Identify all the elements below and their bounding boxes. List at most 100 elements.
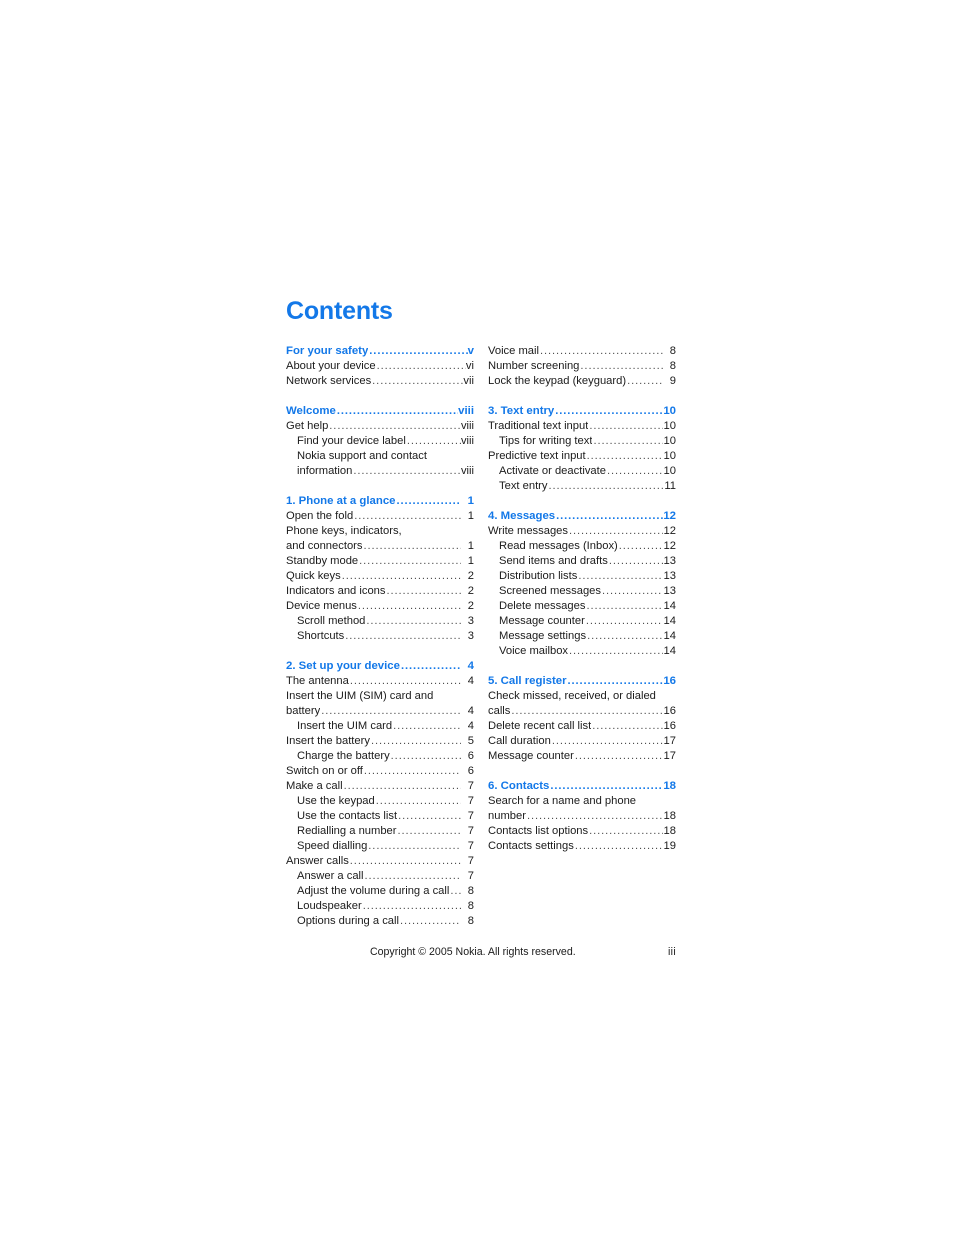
toc-entry[interactable]: Device menus............................… bbox=[286, 599, 474, 614]
toc-entry[interactable]: battery.................................… bbox=[286, 704, 474, 719]
toc-leader-dots: ........................................… bbox=[589, 824, 663, 837]
toc-entry-label: Charge the battery bbox=[297, 750, 390, 762]
toc-entry[interactable]: Delete recent call list.................… bbox=[488, 719, 676, 734]
toc-entry[interactable]: Delete messages.........................… bbox=[488, 599, 676, 614]
toc-entry[interactable]: Number screening........................… bbox=[488, 359, 676, 374]
toc-column-left: For your safety.........................… bbox=[286, 344, 474, 929]
toc-entry[interactable]: Insert the UIM (SIM) card and...........… bbox=[286, 689, 474, 704]
toc-leader-dots: ........................................… bbox=[370, 734, 461, 747]
toc-entry-label: Indicators and icons bbox=[286, 585, 386, 597]
toc-entry[interactable]: Distribution lists......................… bbox=[488, 569, 676, 584]
toc-entry[interactable]: Loudspeaker.............................… bbox=[286, 899, 474, 914]
toc-entry[interactable]: Options during a call...................… bbox=[286, 914, 474, 929]
toc-entry-page: 1 bbox=[467, 555, 474, 567]
toc-entry-page: 13 bbox=[663, 555, 676, 567]
toc-leader-dots: ........................................… bbox=[569, 524, 663, 537]
toc-leader-dots: ........................................… bbox=[618, 539, 663, 552]
toc-entry[interactable]: Standby mode............................… bbox=[286, 554, 474, 569]
toc-entry[interactable]: Use the contacts list...................… bbox=[286, 809, 474, 824]
toc-entry-label: Number screening bbox=[488, 360, 580, 372]
toc-entry[interactable]: Quick keys..............................… bbox=[286, 569, 474, 584]
toc-entry-label: For your safety bbox=[286, 345, 369, 357]
toc-entry[interactable]: Answer calls............................… bbox=[286, 854, 474, 869]
toc-entry-page: 1 bbox=[467, 510, 474, 522]
toc-entry[interactable]: The antenna.............................… bbox=[286, 674, 474, 689]
toc-entry[interactable]: Speed dialling..........................… bbox=[286, 839, 474, 854]
toc-section-entry[interactable]: 3. Text entry...........................… bbox=[488, 404, 676, 419]
toc-entry[interactable]: number..................................… bbox=[488, 809, 676, 824]
toc-leader-dots: ........................................… bbox=[398, 809, 461, 822]
toc-entry[interactable]: About your device.......................… bbox=[286, 359, 474, 374]
toc-entry[interactable]: Insert the UIM card.....................… bbox=[286, 719, 474, 734]
toc-entry[interactable]: Message counter.........................… bbox=[488, 614, 676, 629]
toc-entry[interactable]: Tips for writing text...................… bbox=[488, 434, 676, 449]
toc-entry-page: 4 bbox=[467, 720, 474, 732]
toc-entry[interactable]: calls...................................… bbox=[488, 704, 676, 719]
toc-entry-page: 13 bbox=[663, 585, 676, 597]
toc-entry[interactable]: Indicators and icons....................… bbox=[286, 584, 474, 599]
toc-entry[interactable]: Shortcuts...............................… bbox=[286, 629, 474, 644]
toc-entry[interactable]: Predictive text input...................… bbox=[488, 449, 676, 464]
toc-section-entry[interactable]: 4. Messages.............................… bbox=[488, 509, 676, 524]
toc-entry[interactable]: Use the keypad..........................… bbox=[286, 794, 474, 809]
toc-entry[interactable]: Make a call.............................… bbox=[286, 779, 474, 794]
toc-entry[interactable]: Find your device label..................… bbox=[286, 434, 474, 449]
toc-entry-label: Voice mail bbox=[488, 345, 539, 357]
toc-entry[interactable]: Contacts list options...................… bbox=[488, 824, 676, 839]
toc-entry-label: Read messages (Inbox) bbox=[499, 540, 618, 552]
toc-entry[interactable]: Network services........................… bbox=[286, 374, 474, 389]
toc-leader-dots: ........................................… bbox=[329, 419, 461, 432]
toc-entry[interactable]: Screened messages.......................… bbox=[488, 584, 676, 599]
toc-entry[interactable]: Insert the battery......................… bbox=[286, 734, 474, 749]
toc-entry[interactable]: Activate or deactivate..................… bbox=[488, 464, 676, 479]
toc-entry[interactable]: Contacts settings.......................… bbox=[488, 839, 676, 854]
toc-entry-label: Insert the UIM (SIM) card and bbox=[286, 690, 434, 702]
page-footer: Copyright © 2005 Nokia. All rights reser… bbox=[286, 946, 676, 958]
toc-leader-dots: ........................................… bbox=[386, 584, 461, 597]
toc-entry[interactable]: Nokia support and contact...............… bbox=[286, 449, 474, 464]
toc-entry[interactable]: Message settings........................… bbox=[488, 629, 676, 644]
toc-section-entry[interactable]: For your safety.........................… bbox=[286, 344, 474, 359]
toc-leader-dots: ........................................… bbox=[586, 449, 663, 462]
toc-entry[interactable]: Lock the keypad (keyguard)..............… bbox=[488, 374, 676, 389]
toc-leader-dots: ........................................… bbox=[341, 569, 461, 582]
toc-entry[interactable]: Message counter.........................… bbox=[488, 749, 676, 764]
toc-section-entry[interactable]: 2. Set up your device...................… bbox=[286, 659, 474, 674]
toc-entry[interactable]: information.............................… bbox=[286, 464, 474, 479]
toc-section-entry[interactable]: 5. Call register........................… bbox=[488, 674, 676, 689]
toc-entry[interactable]: Get help................................… bbox=[286, 419, 474, 434]
toc-entry[interactable]: Answer a call...........................… bbox=[286, 869, 474, 884]
toc-entry[interactable]: Phone keys, indicators,.................… bbox=[286, 524, 474, 539]
toc-entry[interactable]: Charge the battery......................… bbox=[286, 749, 474, 764]
toc-entry[interactable]: Voice mail..............................… bbox=[488, 344, 676, 359]
toc-entry[interactable]: Text entry..............................… bbox=[488, 479, 676, 494]
toc-entry[interactable]: Search for a name and phone.............… bbox=[488, 794, 676, 809]
toc-entry[interactable]: Redialling a number.....................… bbox=[286, 824, 474, 839]
toc-entry[interactable]: Open the fold...........................… bbox=[286, 509, 474, 524]
toc-entry[interactable]: Write messages..........................… bbox=[488, 524, 676, 539]
toc-entry[interactable]: Switch on or off........................… bbox=[286, 764, 474, 779]
toc-section-entry[interactable]: Welcome.................................… bbox=[286, 404, 474, 419]
toc-leader-dots: ........................................… bbox=[593, 434, 663, 447]
toc-entry[interactable]: and connectors..........................… bbox=[286, 539, 474, 554]
toc-entry-page: viii bbox=[460, 420, 474, 432]
toc-entry-page: 7 bbox=[467, 825, 474, 837]
toc-leader-dots: ........................................… bbox=[372, 374, 463, 387]
toc-entry[interactable]: Voice mailbox...........................… bbox=[488, 644, 676, 659]
toc-leader-dots: ........................................… bbox=[592, 719, 663, 732]
toc-section-entry[interactable]: 6. Contacts.............................… bbox=[488, 779, 676, 794]
toc-leader-dots: ........................................… bbox=[550, 779, 663, 792]
toc-entry[interactable]: Send items and drafts...................… bbox=[488, 554, 676, 569]
toc-leader-dots: ........................................… bbox=[548, 479, 664, 492]
toc-section-entry[interactable]: 1. Phone at a glance....................… bbox=[286, 494, 474, 509]
toc-entry[interactable]: Read messages (Inbox)...................… bbox=[488, 539, 676, 554]
toc-entry[interactable]: Adjust the volume during a call.........… bbox=[286, 884, 474, 899]
toc-entry[interactable]: Check missed, received, or dialed.......… bbox=[488, 689, 676, 704]
toc-group: 1. Phone at a glance....................… bbox=[286, 494, 474, 644]
toc-entry[interactable]: Traditional text input..................… bbox=[488, 419, 676, 434]
toc-entry-page: 14 bbox=[663, 630, 676, 642]
toc-leader-dots: ........................................… bbox=[574, 749, 663, 762]
toc-entry[interactable]: Scroll method...........................… bbox=[286, 614, 474, 629]
toc-leader-dots: ........................................… bbox=[376, 359, 466, 372]
toc-entry[interactable]: Call duration...........................… bbox=[488, 734, 676, 749]
